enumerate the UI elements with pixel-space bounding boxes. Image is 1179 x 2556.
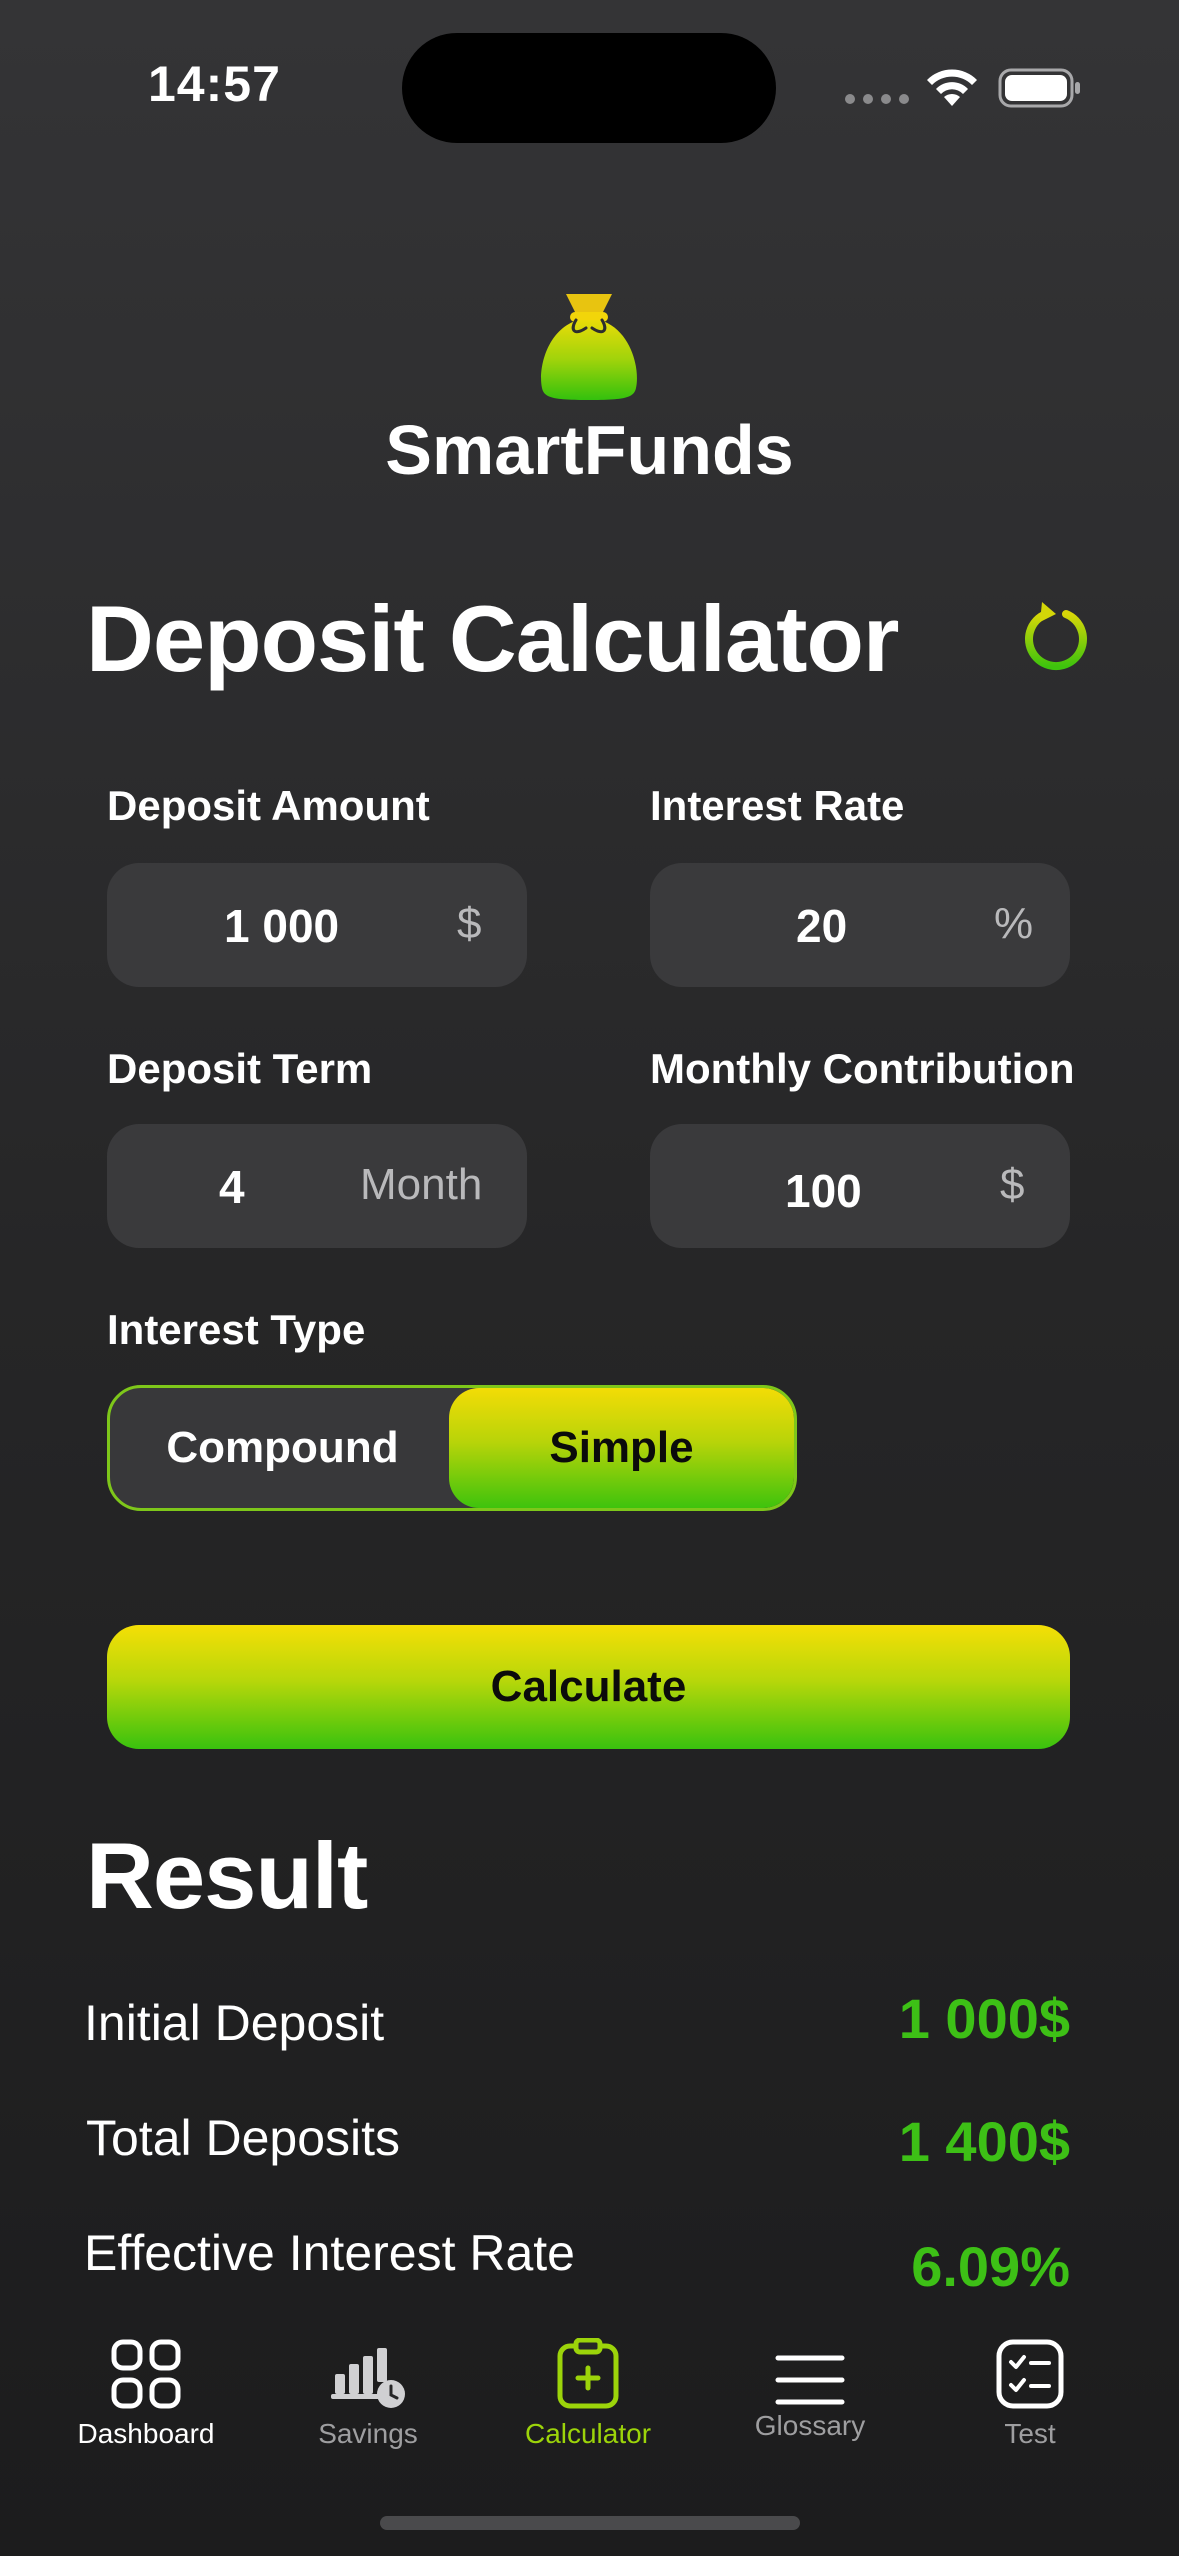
deposit-term-field[interactable]: 4 Month [107, 1124, 527, 1248]
battery-icon [998, 68, 1080, 108]
money-bag-logo-icon [541, 294, 637, 400]
tab-glossary[interactable]: Glossary [720, 2320, 900, 2442]
tab-savings[interactable]: Savings [278, 2320, 458, 2450]
tab-dashboard-label: Dashboard [77, 2418, 215, 2449]
segment-simple[interactable]: Simple [449, 1388, 794, 1508]
home-indicator [380, 2516, 800, 2530]
app-brand-name: SmartFunds [385, 411, 794, 489]
tab-test-label: Test [1004, 2418, 1056, 2449]
interest-rate-field[interactable]: 20 % [650, 863, 1070, 987]
interest-rate-label: Interest Rate [650, 782, 905, 829]
cellular-signal-icon [845, 94, 909, 104]
result-effective-rate-label: Effective Interest Rate [84, 2225, 575, 2281]
tab-savings-label: Savings [318, 2418, 418, 2449]
reset-icon[interactable] [1020, 600, 1092, 672]
tab-calculator-label: Calculator [524, 2418, 652, 2449]
dynamic-island [402, 33, 776, 143]
deposit-amount-field[interactable]: 1 000 $ [107, 863, 527, 987]
monthly-contribution-field[interactable]: 100 $ [650, 1124, 1070, 1248]
interest-type-segmented-control: Compound Simple [107, 1385, 797, 1511]
status-time: 14:57 [148, 56, 281, 112]
deposit-amount-value[interactable]: 1 000 [224, 899, 339, 953]
result-total-deposits-label: Total Deposits [86, 2110, 401, 2166]
grid-icon [111, 2339, 181, 2409]
interest-rate-value[interactable]: 20 [796, 899, 847, 953]
monthly-contribution-value[interactable]: 100 [785, 1164, 862, 1218]
deposit-term-value[interactable]: 4 [219, 1160, 245, 1214]
deposit-term-unit: Month [360, 1160, 483, 1209]
bar-chart-clock-icon [331, 2348, 405, 2408]
deposit-term-label: Deposit Term [107, 1045, 373, 1092]
result-total-deposits-value: 1 400$ [898, 2110, 1070, 2173]
checklist-icon [996, 2339, 1064, 2409]
wifi-icon [927, 69, 977, 106]
deposit-amount-label: Deposit Amount [107, 782, 430, 829]
result-effective-rate-value: 6.09% [911, 2235, 1070, 2298]
menu-lines-icon [775, 2355, 845, 2405]
interest-type-label: Interest Type [107, 1306, 366, 1353]
result-initial-deposit-value: 1 000$ [898, 1987, 1070, 2050]
tab-calculator[interactable]: Calculator [498, 2320, 678, 2450]
result-initial-deposit-label: Initial Deposit [84, 1995, 385, 2051]
result-title: Result [86, 1823, 368, 1928]
calculate-button[interactable]: Calculate [107, 1625, 1070, 1749]
monthly-contribution-label: Monthly Contribution [650, 1045, 1075, 1092]
page-title: Deposit Calculator [86, 586, 899, 691]
clipboard-plus-icon [557, 2338, 619, 2409]
interest-rate-unit: % [994, 899, 1034, 948]
tab-test[interactable]: Test [940, 2320, 1120, 2450]
segment-compound[interactable]: Compound [110, 1388, 455, 1508]
tab-dashboard[interactable]: Dashboard [56, 2320, 236, 2450]
monthly-contribution-unit: $ [1000, 1160, 1025, 1209]
tab-glossary-label: Glossary [754, 2410, 866, 2441]
deposit-amount-unit: $ [457, 899, 482, 948]
